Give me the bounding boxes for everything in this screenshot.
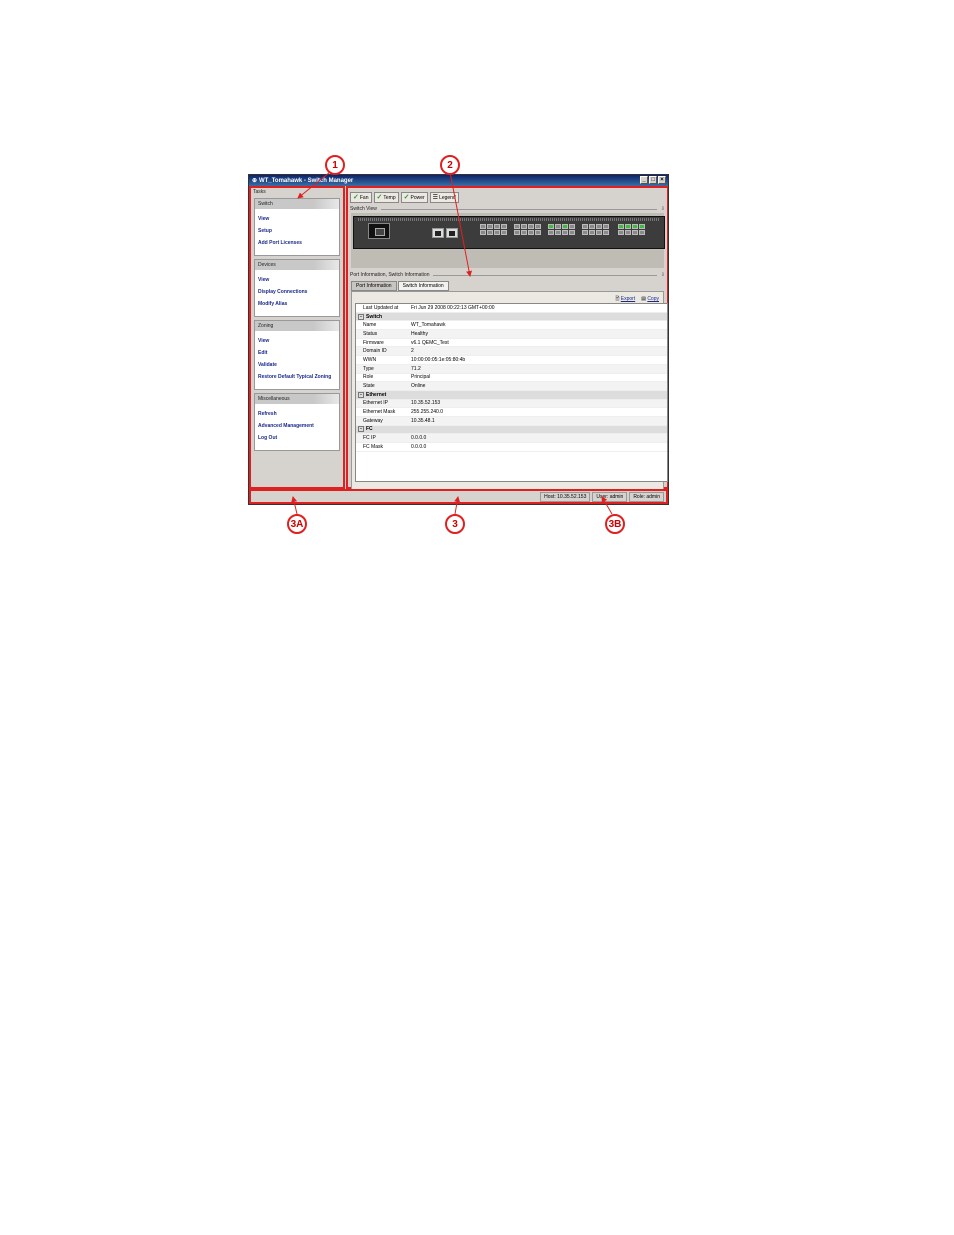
callout-3b-arrow xyxy=(601,496,613,515)
callout-3b: 3B xyxy=(605,514,625,534)
callout-2: 2 xyxy=(440,155,460,175)
callout-1-arrow xyxy=(297,171,331,199)
callout-1: 1 xyxy=(325,155,345,175)
callout-3a-arrow xyxy=(291,496,298,515)
callout-arrows xyxy=(291,171,613,515)
callout-2-arrow xyxy=(449,171,473,277)
callout-3a: 3A xyxy=(287,514,307,534)
callout-3: 3 xyxy=(445,514,465,534)
callout-3-arrow xyxy=(454,496,461,515)
